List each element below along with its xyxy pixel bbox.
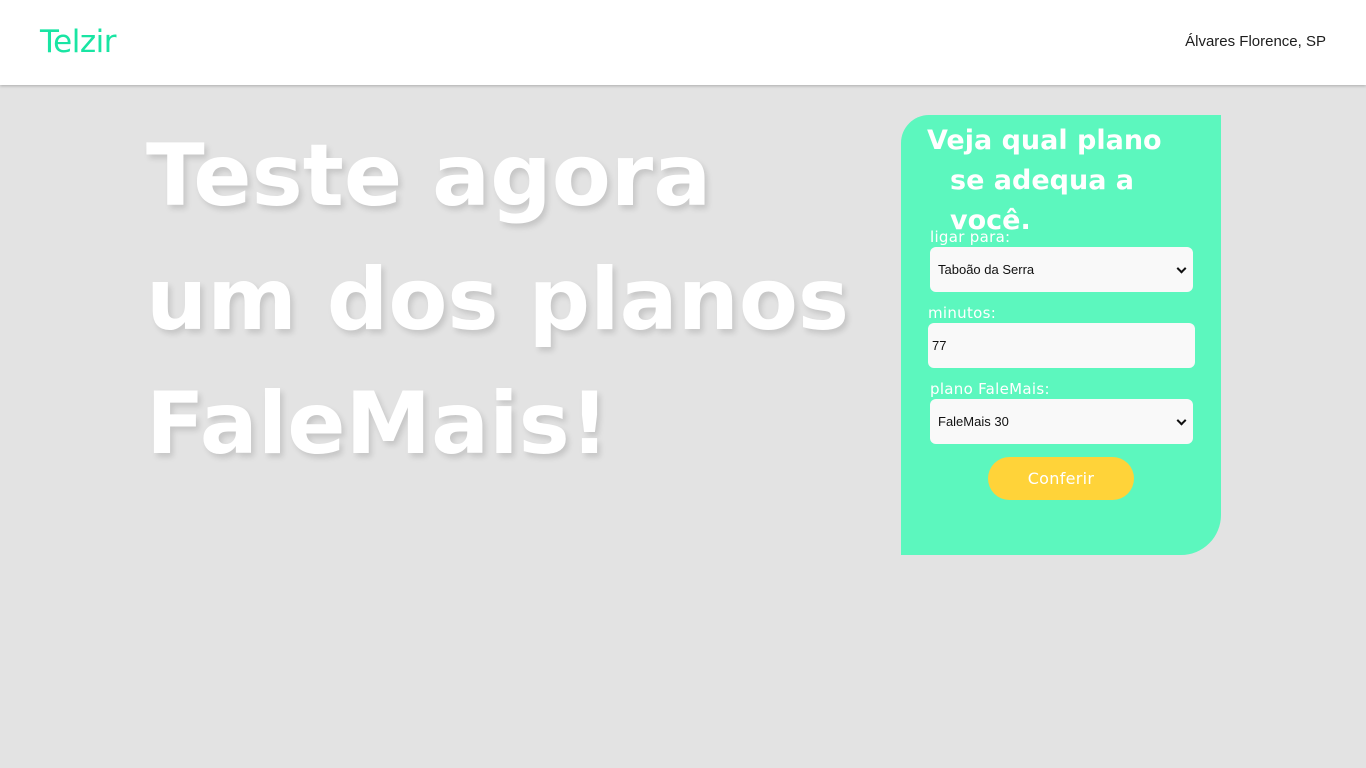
- plan-select[interactable]: FaleMais 30: [930, 399, 1193, 444]
- plan-select-value: FaleMais 30: [938, 414, 1009, 429]
- hero-line-1: Teste agora: [146, 126, 712, 226]
- destination-label: ligar para:: [930, 228, 1011, 246]
- minutes-input-value: 77: [932, 338, 947, 353]
- destination-select[interactable]: Taboão da Serra: [930, 247, 1193, 292]
- minutes-label: minutos:: [928, 304, 997, 322]
- brand-logo[interactable]: Telzir: [40, 22, 116, 62]
- hero-heading: Teste agora um dos planos FaleMais!: [146, 114, 850, 486]
- plan-form-card: Veja qual plano se adequa a você. ligar …: [901, 115, 1221, 555]
- top-header: Telzir Álvares Florence, SP: [0, 0, 1366, 85]
- destination-select-value: Taboão da Serra: [938, 262, 1035, 277]
- chevron-down-icon: [1176, 415, 1187, 426]
- plan-label: plano FaleMais:: [930, 380, 1050, 398]
- form-title: Veja qual plano se adequa a você.: [927, 121, 1217, 241]
- hero-line-3: FaleMais!: [146, 374, 610, 474]
- user-location: Álvares Florence, SP: [1185, 33, 1326, 50]
- chevron-down-icon: [1176, 263, 1187, 274]
- submit-button[interactable]: Conferir: [988, 457, 1134, 500]
- minutes-input[interactable]: 77: [928, 323, 1195, 368]
- form-title-line-1: Veja qual plano: [927, 125, 1162, 156]
- hero-line-2: um dos planos: [146, 250, 850, 350]
